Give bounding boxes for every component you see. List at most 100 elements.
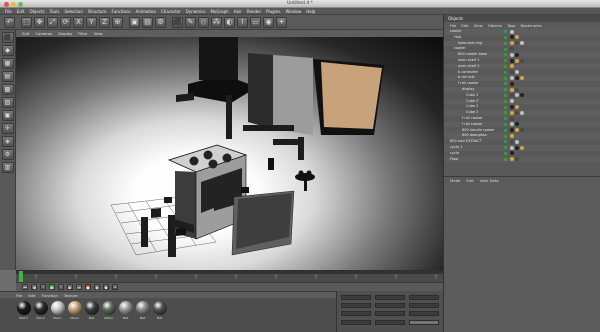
axis-x-icon[interactable]: X xyxy=(73,16,84,28)
menu-edit[interactable]: Edit xyxy=(17,9,25,14)
materials-menu-function[interactable]: Function xyxy=(42,293,58,298)
material-tag-icon[interactable] xyxy=(515,145,519,150)
material-tag-icon[interactable] xyxy=(520,41,524,46)
material-tag-icon[interactable] xyxy=(515,139,519,144)
menu-mograph[interactable]: MoGraph xyxy=(210,9,228,14)
material-tag-icon[interactable] xyxy=(510,145,514,150)
visibility-check-icon[interactable] xyxy=(504,30,507,34)
material-tag-icon[interactable] xyxy=(510,76,514,81)
axis-z-icon[interactable]: Z xyxy=(99,16,110,28)
render-view-icon[interactable]: ▣ xyxy=(129,16,140,28)
minimize-window-icon[interactable] xyxy=(11,1,16,7)
material-tag-icon[interactable] xyxy=(510,41,514,46)
visibility-check-icon[interactable] xyxy=(504,41,507,45)
camera-icon[interactable]: ◉ xyxy=(263,16,274,28)
material-tag-icon[interactable] xyxy=(520,93,524,98)
material-tag-icon[interactable] xyxy=(515,35,519,40)
material-tag-icon[interactable] xyxy=(515,58,519,63)
apply-button[interactable] xyxy=(409,320,439,325)
visibility-check-icon[interactable] xyxy=(504,35,507,39)
object-row[interactable]: hobs and ring xyxy=(444,40,600,47)
points-mode-icon[interactable]: ▩ xyxy=(1,84,14,95)
material-tag-icon[interactable] xyxy=(510,35,514,40)
object-row[interactable]: Cube 2 xyxy=(444,98,600,105)
size-y-field[interactable] xyxy=(375,303,405,308)
object-row[interactable]: f rail cooker xyxy=(444,121,600,128)
light-icon[interactable]: ☀ xyxy=(276,16,287,28)
visibility-check-icon[interactable] xyxy=(504,47,507,51)
rotation-h-field[interactable] xyxy=(409,295,439,300)
texture-mode-icon[interactable]: ▤ xyxy=(1,71,14,82)
material-tag-icon[interactable] xyxy=(510,93,514,98)
model-mode-icon[interactable]: ◆ xyxy=(1,45,14,56)
objects-menu-view[interactable]: View xyxy=(474,23,483,28)
menu-functions[interactable]: Functions xyxy=(111,9,130,14)
attributes-menu-user-data[interactable]: User Data xyxy=(480,178,499,183)
motion-icon[interactable]: ~ xyxy=(112,284,118,290)
visibility-check-icon[interactable] xyxy=(504,59,507,63)
timeline-ruler[interactable] xyxy=(16,270,443,283)
menu-help[interactable]: Help xyxy=(306,9,315,14)
visibility-check-icon[interactable] xyxy=(504,122,507,126)
viewport-menu-edit[interactable]: Edit xyxy=(22,31,29,36)
visibility-check-icon[interactable] xyxy=(504,99,507,103)
subdivision-icon[interactable]: ◇ xyxy=(198,16,209,28)
material-swatch[interactable]: Mat.1 xyxy=(50,301,65,332)
menu-dynamics[interactable]: Dynamics xyxy=(186,9,206,14)
viewport-menu-cameras[interactable]: Cameras xyxy=(35,31,52,36)
material-tag-icon[interactable] xyxy=(515,128,519,133)
material-swatch[interactable]: Mat xyxy=(84,301,99,332)
menu-animation[interactable]: Animation xyxy=(136,9,156,14)
object-row[interactable]: display xyxy=(444,87,600,93)
visibility-check-icon[interactable] xyxy=(504,53,507,57)
material-tag-icon[interactable] xyxy=(510,151,514,156)
visibility-check-icon[interactable] xyxy=(504,140,507,144)
object-row[interactable]: 600 handle cooker xyxy=(444,128,600,134)
material-tag-icon[interactable] xyxy=(515,52,519,57)
undo-icon[interactable]: ↶ xyxy=(4,16,15,28)
object-row[interactable]: cycle 1 xyxy=(444,145,600,151)
menu-objects[interactable]: Objects xyxy=(29,9,44,14)
material-swatch[interactable]: Mat xyxy=(135,301,150,332)
object-row[interactable]: f rail cooker xyxy=(444,81,600,87)
material-tag-icon[interactable] xyxy=(520,76,524,81)
snap-icon[interactable]: ⚙ xyxy=(1,149,14,160)
rotation-b-field[interactable] xyxy=(409,311,439,316)
visibility-check-icon[interactable] xyxy=(504,64,507,68)
material-tag-icon[interactable] xyxy=(515,87,519,92)
objects-menu-tags[interactable]: Tags xyxy=(507,23,515,28)
rotate-icon[interactable]: ⟳ xyxy=(60,16,71,28)
materials-menu-file[interactable]: File xyxy=(16,293,22,298)
object-row[interactable]: cooker xyxy=(444,29,600,35)
menu-render[interactable]: Render xyxy=(247,9,261,14)
object-row[interactable]: 600 cooker base xyxy=(444,52,600,58)
edges-mode-icon[interactable]: ▧ xyxy=(1,97,14,108)
coordinate-system-icon[interactable]: ⊕ xyxy=(112,16,123,28)
material-tag-icon[interactable] xyxy=(510,29,514,34)
object-row[interactable]: 600 wall EXTRACT xyxy=(444,139,600,145)
material-tag-icon[interactable] xyxy=(510,81,514,86)
object-row[interactable]: b rail unit xyxy=(444,75,600,81)
material-tag-icon[interactable] xyxy=(520,58,524,63)
visibility-check-icon[interactable] xyxy=(504,70,507,74)
objects-menu-file[interactable]: File xyxy=(450,23,456,28)
material-tag-icon[interactable] xyxy=(510,99,514,104)
object-row[interactable]: oven shelf 2 xyxy=(444,63,600,70)
material-swatch[interactable]: Mat.2 xyxy=(33,301,48,332)
material-swatch[interactable]: Wood xyxy=(67,301,82,332)
materials-menu-texture[interactable]: Texture xyxy=(64,293,78,298)
visibility-check-icon[interactable] xyxy=(504,128,507,132)
menu-tools[interactable]: Tools xyxy=(50,9,60,14)
material-tag-icon[interactable] xyxy=(510,157,514,162)
visibility-check-icon[interactable] xyxy=(504,82,507,86)
keyframe-icon[interactable]: ◆ xyxy=(103,284,109,290)
menu-hair[interactable]: Hair xyxy=(234,9,242,14)
material-tag-icon[interactable] xyxy=(520,145,524,150)
attributes-menu-edit[interactable]: Edit xyxy=(466,178,473,183)
render-settings-icon[interactable]: ⚙ xyxy=(155,16,166,28)
polygons-mode-icon[interactable]: ▣ xyxy=(1,110,14,121)
size-x-field[interactable] xyxy=(375,295,405,300)
object-manager-tab[interactable]: Objects xyxy=(443,15,600,22)
material-tag-icon[interactable] xyxy=(510,52,514,57)
menu-character[interactable]: Character xyxy=(161,9,181,14)
